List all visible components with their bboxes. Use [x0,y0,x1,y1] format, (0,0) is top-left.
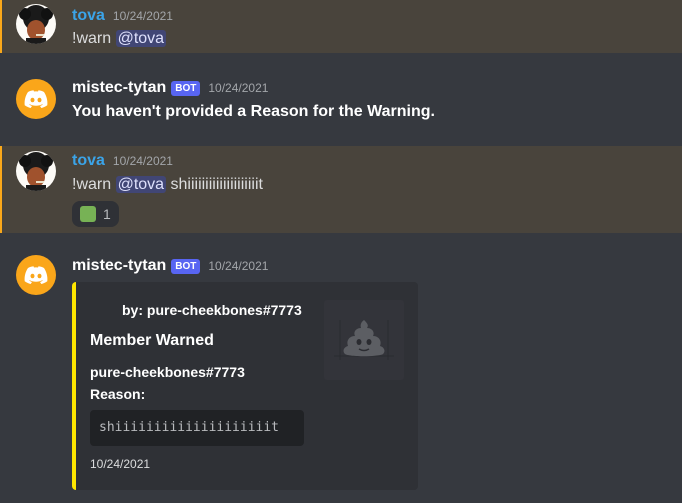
embed-author: by: pure-cheekbones#7773 [122,302,302,318]
reaction-count: 1 [103,206,111,222]
embed-field-label: Reason: [90,386,146,402]
user-avatar[interactable] [16,151,56,191]
message-item: mistec-tytan BOT 10/24/2021 You haven't … [0,53,682,146]
timestamp: 10/24/2021 [112,9,173,23]
bot-avatar[interactable] [16,79,56,119]
discord-logo-icon [24,266,48,284]
message-text: !warn @tova shiiiiiiiiiiiiiiiiiiiit [72,174,263,196]
timestamp: 10/24/2021 [112,154,173,168]
chat-log: tova 10/24/2021 !warn @tova mistec-tytan… [0,0,682,503]
bot-tag: BOT [171,80,201,96]
reaction-button[interactable]: 1 [72,201,119,227]
message-item: tova 10/24/2021 !warn @tova [0,0,682,53]
tova-avatar-icon [19,5,53,44]
bot-tag: BOT [171,258,201,274]
username[interactable]: mistec-tytan [72,78,166,98]
user-mention[interactable]: @tova [115,176,167,193]
tova-avatar-icon [19,152,53,191]
poop-icon [334,320,394,360]
text-prefix: !warn [72,30,116,47]
timestamp: 10/24/2021 [208,81,269,95]
username[interactable]: tova [72,6,105,26]
embed-thumbnail[interactable] [324,300,404,380]
user-avatar[interactable] [16,4,56,44]
embed-card: by: pure-cheekbones#7773 Member Warned p… [72,282,418,490]
embed-field-name: pure-cheekbones#7773 [90,364,245,380]
timestamp: 10/24/2021 [208,259,269,273]
message-item: tova 10/24/2021 !warn @tova shiiiiiiiiii… [0,146,682,233]
user-mention[interactable]: @tova [115,30,167,47]
green-square-icon [80,206,96,222]
embed-footer: 10/24/2021 [90,457,151,471]
text-prefix: !warn [72,176,116,193]
message-text: !warn @tova [72,28,167,50]
reason-code-block: shiiiiiiiiiiiiiiiiiiiit [90,410,304,446]
message-text: You haven't provided a Reason for the Wa… [72,103,435,120]
username[interactable]: tova [72,151,105,171]
embed-title: Member Warned [90,332,214,349]
text-suffix: shiiiiiiiiiiiiiiiiiiiit [166,176,263,193]
username[interactable]: mistec-tytan [72,256,166,276]
discord-logo-icon [24,90,48,108]
bot-avatar[interactable] [16,255,56,295]
